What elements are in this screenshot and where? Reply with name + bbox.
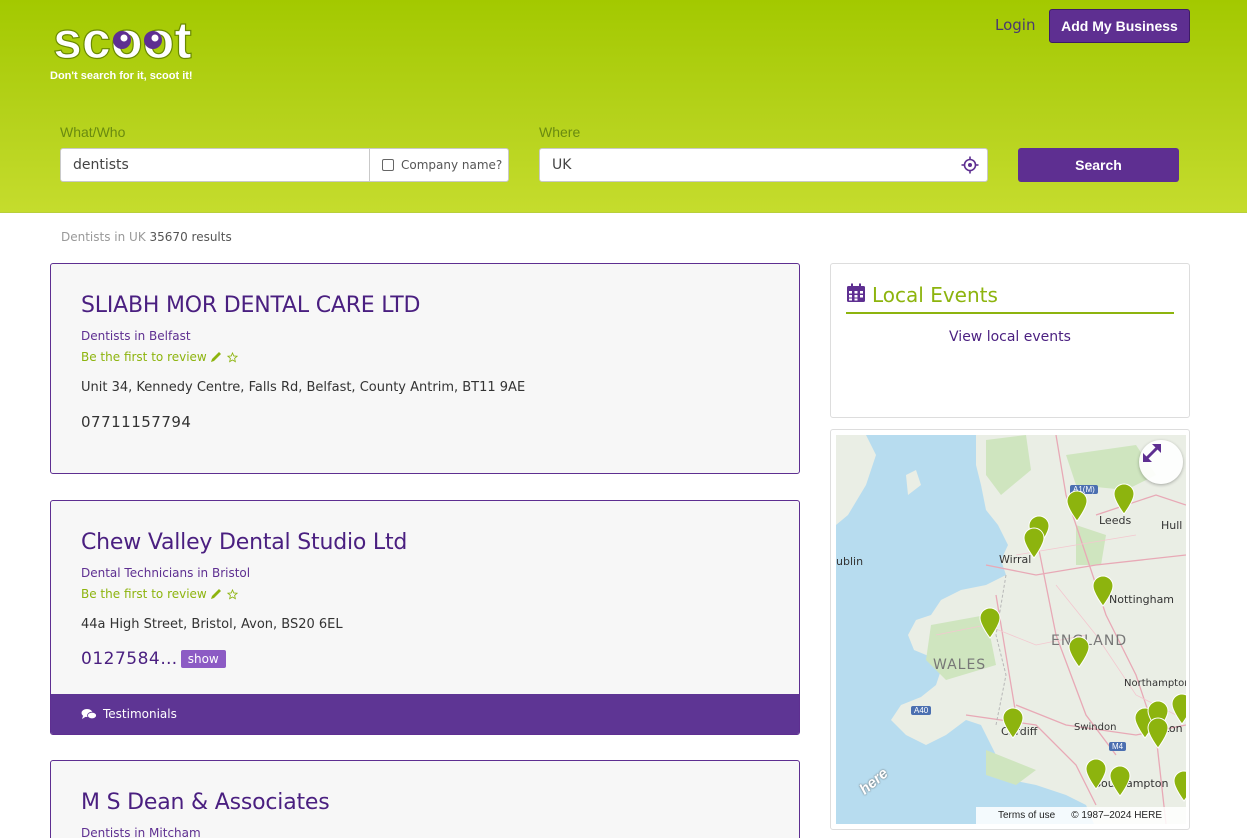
map-label-nottingham: Nottingham — [1109, 593, 1175, 606]
listing-address: Unit 34, Kennedy Centre, Falls Rd, Belfa… — [81, 380, 526, 395]
map-pin[interactable] — [1022, 527, 1046, 559]
company-name-checkbox[interactable] — [382, 159, 394, 171]
pencil-icon — [210, 588, 224, 600]
company-name-toggle[interactable]: Company name? — [369, 149, 508, 181]
local-events-header: Local Events — [846, 278, 1174, 314]
map-label-leeds: Leeds — [1099, 514, 1132, 527]
listing-card: Chew Valley Dental Studio Ltd Dental Tec… — [50, 500, 800, 735]
testimonials-label: Testimonials — [103, 707, 177, 721]
search-button[interactable]: Search — [1018, 148, 1179, 182]
review-label: Be the first to review — [81, 350, 207, 364]
local-events-title: Local Events — [872, 283, 998, 307]
show-phone-button[interactable]: show — [180, 650, 226, 668]
map-label-swindon: Swindon — [1074, 722, 1117, 733]
calendar-icon — [846, 283, 866, 307]
listing-title[interactable]: Chew Valley Dental Studio Ltd — [81, 530, 407, 555]
login-link[interactable]: Login — [995, 16, 1035, 34]
where-input[interactable] — [540, 149, 940, 181]
map-attribution: Terms of use © 1987–2024 HERE — [976, 807, 1186, 824]
map-pin[interactable] — [1146, 717, 1170, 749]
map-pin[interactable] — [1067, 636, 1091, 668]
map-pin[interactable] — [978, 607, 1002, 639]
listing-category[interactable]: Dentists in Belfast — [81, 329, 191, 343]
listing-category[interactable]: Dental Technicians in Bristol — [81, 566, 250, 580]
star-icon — [226, 588, 238, 600]
where-label: Where — [539, 124, 581, 140]
map-pin[interactable] — [1065, 490, 1089, 522]
listing-title[interactable]: SLIABH MOR DENTAL CARE LTD — [81, 293, 420, 318]
terms-of-use-link[interactable]: Terms of use — [998, 810, 1055, 821]
road-shield: A40 — [911, 706, 932, 715]
review-label: Be the first to review — [81, 587, 207, 601]
map-label-dublin: ublin — [836, 555, 864, 568]
star-icon — [226, 351, 238, 363]
local-events-panel: Local Events View local events — [830, 263, 1190, 418]
pencil-icon — [210, 351, 224, 363]
listing-phone[interactable]: 07711157794 — [81, 413, 191, 431]
view-local-events-link[interactable]: View local events — [831, 329, 1189, 345]
site-header: scoot Don't search for it, scoot it! Log… — [0, 0, 1247, 213]
map-label-northampton: Northampton — [1124, 678, 1186, 689]
listing-title[interactable]: M S Dean & Associates — [81, 790, 330, 815]
map-pin[interactable] — [1084, 758, 1108, 790]
company-name-label: Company name? — [401, 158, 503, 172]
tagline: Don't search for it, scoot it! — [50, 70, 193, 82]
map-panel: Leeds Hull ublin Wirral Nottingham ENGLA… — [830, 429, 1190, 830]
listing-card: M S Dean & Associates Dentists in Mitcha… — [50, 760, 800, 838]
map-pin[interactable] — [1112, 483, 1136, 515]
map-pin[interactable] — [1001, 707, 1025, 739]
road-shield: M4 — [1109, 742, 1127, 751]
results-count: 35670 results — [149, 230, 232, 244]
listing-phone: 0127584… show — [81, 649, 226, 669]
review-link[interactable]: Be the first to review — [81, 587, 238, 601]
results-map[interactable]: Leeds Hull ublin Wirral Nottingham ENGLA… — [836, 435, 1186, 824]
map-label-wales: WALES — [933, 657, 987, 673]
what-who-field-group: Company name? — [60, 148, 509, 182]
results-query: Dentists in UK — [61, 230, 146, 244]
add-my-business-button[interactable]: Add My Business — [1049, 9, 1190, 43]
what-who-label: What/Who — [60, 124, 126, 140]
results-summary: Dentists in UK 35670 results — [61, 230, 232, 244]
map-copyright: © 1987–2024 HERE — [1071, 810, 1162, 821]
review-link[interactable]: Be the first to review — [81, 350, 238, 364]
map-pin[interactable] — [1108, 765, 1132, 797]
where-field-group — [539, 148, 988, 182]
listing-category[interactable]: Dentists in Mitcham — [81, 826, 201, 838]
comments-icon — [81, 708, 97, 721]
listing-address: 44a High Street, Bristol, Avon, BS20 6EL — [81, 617, 343, 632]
map-pin[interactable] — [1091, 575, 1115, 607]
what-who-input[interactable] — [61, 149, 369, 181]
expand-map-button[interactable] — [1139, 440, 1183, 484]
listing-card: SLIABH MOR DENTAL CARE LTD Dentists in B… — [50, 263, 800, 474]
testimonials-bar[interactable]: Testimonials — [51, 694, 799, 734]
phone-partial: 0127584… — [81, 649, 178, 669]
scoot-logo[interactable]: scoot — [50, 8, 210, 68]
map-label-hull: Hull — [1161, 519, 1183, 532]
map-pin[interactable] — [1170, 693, 1186, 725]
map-pin[interactable] — [1172, 770, 1186, 802]
crosshair-locate-icon[interactable] — [961, 156, 979, 174]
